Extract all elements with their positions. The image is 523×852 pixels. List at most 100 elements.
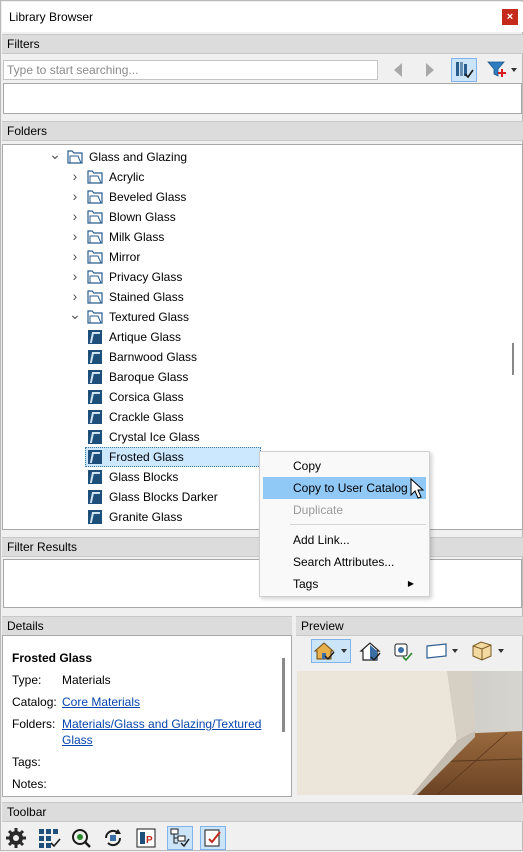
tree-material-item[interactable]: Barnwood Glass bbox=[3, 347, 503, 367]
box-icon[interactable] bbox=[469, 640, 509, 662]
tree-check-button[interactable] bbox=[167, 826, 193, 850]
sync-icon[interactable] bbox=[101, 826, 125, 850]
filters-header-label: Filters bbox=[7, 37, 40, 51]
folder-icon bbox=[87, 189, 103, 204]
parameters-icon[interactable]: P bbox=[134, 826, 158, 850]
tree-scrollbar-thumb[interactable] bbox=[512, 343, 514, 375]
ctx-duplicate[interactable]: Duplicate bbox=[263, 499, 426, 521]
material-icon bbox=[88, 490, 102, 504]
preview-header-label: Preview bbox=[301, 619, 344, 633]
tree-folder-item[interactable]: ⌄ Textured Glass bbox=[3, 307, 503, 327]
material-icon bbox=[88, 450, 102, 464]
render-icon[interactable] bbox=[391, 640, 417, 664]
chevron-right-icon[interactable]: › bbox=[69, 167, 81, 187]
chevron-right-icon[interactable]: › bbox=[69, 287, 81, 307]
surface-icon[interactable] bbox=[424, 642, 464, 662]
tree-item-label: Crackle Glass bbox=[109, 410, 184, 424]
ctx-copy-to-user-catalog[interactable]: Copy to User Catalog bbox=[263, 477, 426, 499]
tree-item-label: Corsica Glass bbox=[109, 390, 184, 404]
back-arrow-icon[interactable] bbox=[391, 61, 405, 79]
preview-header: Preview bbox=[296, 616, 523, 636]
folders-header: Folders bbox=[2, 121, 523, 141]
chevron-down-icon[interactable]: ⌄ bbox=[69, 307, 81, 327]
tree-material-item[interactable]: Artique Glass bbox=[3, 327, 503, 347]
material-icon bbox=[88, 410, 102, 424]
tree-material-item[interactable]: Crackle Glass bbox=[3, 407, 503, 427]
tree-item-label: Mirror bbox=[109, 250, 141, 264]
chevron-right-icon[interactable]: › bbox=[69, 247, 81, 267]
tree-folder-item[interactable]: › Beveled Glass bbox=[3, 187, 503, 207]
svg-text:P: P bbox=[146, 835, 153, 846]
tree-item-label: Glass Blocks Darker bbox=[109, 490, 218, 504]
chevron-right-icon[interactable]: › bbox=[69, 187, 81, 207]
preview-house-view-button[interactable] bbox=[311, 639, 351, 663]
books-check-icon bbox=[456, 62, 474, 79]
window-title: Library Browser bbox=[9, 10, 94, 24]
house-check-icon[interactable] bbox=[358, 640, 384, 664]
details-type-label: Type: bbox=[12, 673, 42, 687]
ctx-tags[interactable]: Tags ▶ bbox=[263, 573, 426, 595]
ctx-search-attributes[interactable]: Search Attributes... bbox=[263, 551, 426, 573]
tree-folder-item[interactable]: › Blown Glass bbox=[3, 207, 503, 227]
grid-check-icon[interactable] bbox=[36, 826, 62, 850]
ctx-copy[interactable]: Copy bbox=[263, 455, 426, 477]
folder-icon bbox=[87, 289, 103, 304]
tree-folder-item[interactable]: › Milk Glass bbox=[3, 227, 503, 247]
filter-tags-area[interactable] bbox=[3, 83, 522, 114]
material-icon bbox=[88, 430, 102, 444]
ctx-tags-label: Tags bbox=[293, 577, 319, 591]
folder-icon bbox=[67, 149, 83, 164]
chevron-down-icon[interactable]: ⌄ bbox=[49, 147, 61, 167]
chevron-right-icon[interactable]: › bbox=[69, 207, 81, 227]
tree-folder-item[interactable]: › Privacy Glass bbox=[3, 267, 503, 287]
tree-folder-item[interactable]: › Stained Glass bbox=[3, 287, 503, 307]
folder-icon bbox=[87, 169, 103, 184]
tree-folder-item[interactable]: › Acrylic bbox=[3, 167, 503, 187]
gear-icon[interactable] bbox=[4, 826, 28, 850]
material-icon bbox=[88, 470, 102, 484]
tree-folder-item[interactable]: › Mirror bbox=[3, 247, 503, 267]
forward-arrow-icon[interactable] bbox=[423, 61, 437, 79]
chevron-right-icon[interactable]: › bbox=[69, 267, 81, 287]
details-item-name: Frosted Glass bbox=[12, 651, 93, 665]
tree-material-item[interactable]: Crystal Ice Glass bbox=[3, 427, 503, 447]
refresh-search-icon[interactable] bbox=[69, 826, 93, 850]
ctx-add-link[interactable]: Add Link... bbox=[263, 529, 426, 551]
title-bar[interactable]: Library Browser × bbox=[2, 2, 523, 32]
details-catalog-label: Catalog: bbox=[12, 695, 57, 709]
folder-icon bbox=[87, 249, 103, 264]
filter-funnel-icon[interactable] bbox=[486, 59, 520, 81]
tree-item-label: Frosted Glass bbox=[109, 450, 184, 464]
filters-header: Filters bbox=[2, 34, 523, 54]
checklist-icon bbox=[204, 829, 221, 847]
details-notes-label: Notes: bbox=[12, 777, 47, 791]
tree-material-item[interactable]: Corsica Glass bbox=[3, 387, 503, 407]
search-input[interactable] bbox=[3, 60, 378, 80]
details-scrollbar-thumb[interactable] bbox=[282, 658, 285, 732]
tree-item-label: Baroque Glass bbox=[109, 370, 189, 384]
material-icon bbox=[88, 510, 102, 524]
tree-item-label: Glass Blocks bbox=[109, 470, 179, 484]
library-filter-button[interactable] bbox=[451, 58, 477, 82]
ctx-copy-label: Copy bbox=[293, 459, 322, 473]
tree-check-icon bbox=[170, 828, 190, 848]
details-folders-link[interactable]: Materials/Glass and Glazing/Textured bbox=[62, 717, 261, 731]
details-catalog-link[interactable]: Core Materials bbox=[62, 695, 140, 709]
tree-item-label: Blown Glass bbox=[109, 210, 176, 224]
details-tags-label: Tags: bbox=[12, 755, 41, 769]
checklist-button[interactable] bbox=[200, 826, 226, 850]
tree-item-label: Textured Glass bbox=[109, 310, 190, 324]
tree-material-item[interactable]: Baroque Glass bbox=[3, 367, 503, 387]
folder-icon bbox=[87, 229, 103, 244]
toolbar-header: Toolbar bbox=[2, 802, 523, 822]
chevron-right-icon[interactable]: › bbox=[69, 227, 81, 247]
filter-results-header-label: Filter Results bbox=[7, 540, 78, 554]
material-preview-image bbox=[297, 671, 522, 795]
tree-folder-item[interactable]: ⌄ Glass and Glazing bbox=[3, 147, 503, 167]
tree-item-label: Crystal Ice Glass bbox=[109, 430, 200, 444]
details-header: Details bbox=[2, 616, 292, 636]
ctx-search-attributes-label: Search Attributes... bbox=[293, 555, 395, 569]
close-button[interactable]: × bbox=[502, 9, 518, 25]
tree-item-label: Granite Glass bbox=[109, 510, 183, 524]
details-folders-link-cont[interactable]: Glass bbox=[62, 733, 93, 747]
